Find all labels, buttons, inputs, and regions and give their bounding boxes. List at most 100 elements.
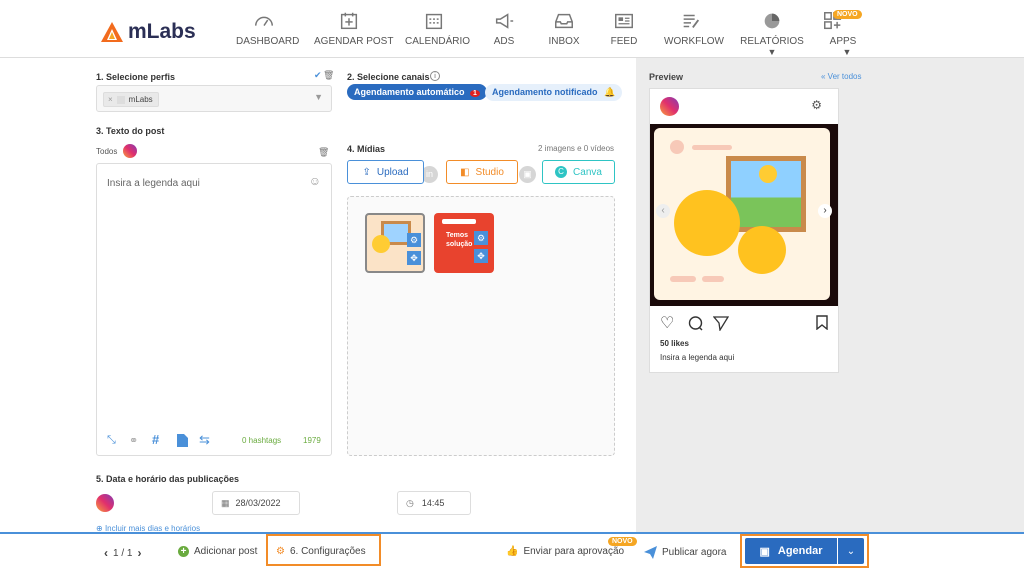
bell-icon: 🔔 — [604, 87, 616, 97]
add-schedule-link[interactable]: ⊕ Incluir mais dias e horários — [96, 524, 200, 532]
schedule-options-button[interactable]: ⌄ — [838, 538, 864, 564]
repeat-icon[interactable]: ⇆ — [199, 432, 210, 448]
section-title: 3. Texto do post — [96, 126, 165, 136]
link-icon[interactable]: ⚭ — [129, 434, 138, 447]
chip-notified-schedule[interactable]: Agendamento notificado 🔔 — [485, 84, 623, 101]
thumbnail-text: Temos solução — [446, 232, 473, 248]
nav-relatorios[interactable]: RELATÓRIOS ▼ — [738, 10, 806, 58]
caption-text: Insira a legenda aqui — [660, 353, 735, 362]
instagram-icon[interactable] — [123, 144, 137, 158]
studio-button[interactable]: ◧ Studio — [446, 160, 518, 184]
nav-agendar-post[interactable]: AGENDAR POST — [314, 10, 393, 47]
media-thumbnail[interactable]: Temos solução ⚙ ✥ — [434, 213, 494, 273]
new-badge: NOVO — [608, 537, 637, 546]
time-input[interactable]: ◷ 14:45 — [397, 491, 471, 515]
calendar-check-icon: ▣ — [759, 545, 770, 558]
calendar-plus-icon — [340, 12, 358, 30]
nav-label: APPS — [829, 36, 857, 47]
instagram-icon — [660, 97, 679, 116]
section-title: 2. Selecione canais — [347, 72, 430, 82]
gear-icon[interactable]: ⚙ — [811, 98, 822, 112]
channel-image-icon[interactable]: ▣ — [519, 166, 536, 183]
gear-icon[interactable]: ⚙ — [474, 231, 488, 245]
nav-workflow[interactable]: WORKFLOW — [664, 10, 724, 47]
share-icon[interactable] — [713, 315, 729, 331]
move-icon[interactable]: ✥ — [474, 249, 488, 263]
post-editor: 1. Selecione perfis ✔ 🗑 × mLabs ▼ 3. Tex… — [0, 58, 636, 532]
button-label: 6. Configurações — [289, 546, 366, 557]
chevron-down-icon: ▼ — [842, 47, 852, 57]
document-icon[interactable] — [177, 434, 188, 447]
chevron-left-icon[interactable]: ‹ — [656, 204, 670, 218]
move-icon[interactable]: ✥ — [407, 251, 421, 265]
profile-name: mLabs — [128, 95, 153, 104]
heart-icon[interactable]: ♡ — [660, 313, 674, 333]
chevron-down-icon: ⌄ — [846, 545, 856, 557]
canva-icon: C — [555, 166, 568, 178]
chevron-left-icon[interactable]: ‹ — [104, 546, 108, 560]
nav-label: WORKFLOW — [664, 36, 724, 47]
button-label: Canva — [573, 166, 602, 178]
trash-icon[interactable]: 🗑 — [318, 147, 329, 158]
workflow-icon — [683, 14, 700, 28]
time-value: 14:45 — [421, 498, 445, 508]
chip-label: Agendamento notificado — [492, 87, 598, 97]
mlabs-logo-icon — [101, 22, 123, 42]
paper-plane-icon — [644, 546, 657, 559]
publish-now-button[interactable]: Publicar agora — [644, 546, 726, 559]
schedule-button[interactable]: ▣ Agendar — [745, 538, 837, 564]
media-dropzone[interactable]: ⚙ ✥ Temos solução ⚙ ✥ — [347, 196, 615, 456]
brand-logo[interactable]: mLabs — [100, 20, 196, 44]
nav-label: RELATÓRIOS — [740, 36, 804, 47]
chevron-right-icon[interactable]: › — [137, 546, 141, 560]
trash-icon[interactable]: 🗑 — [323, 70, 334, 81]
nav-label: CALENDÁRIO — [405, 36, 471, 47]
caption-placeholder: Insira a legenda aqui — [107, 178, 200, 189]
collapse-icon[interactable]: ⤡ — [107, 434, 116, 447]
top-navigation-bar: mLabs DASHBOARD AGENDAR POST CALENDÁRIO … — [0, 0, 1024, 58]
button-label: Upload — [376, 166, 409, 178]
megaphone-icon — [495, 13, 514, 29]
link-label: Ver todos — [827, 72, 862, 81]
chip-auto-schedule[interactable]: Agendamento automático 1 — [347, 84, 487, 100]
hashtag-icon[interactable]: # — [152, 432, 159, 447]
nav-calendario[interactable]: CALENDÁRIO — [405, 10, 470, 47]
chip-label: Agendamento automático — [354, 87, 465, 97]
check-all-icon[interactable]: ✔ — [314, 70, 322, 81]
remove-tag-icon[interactable]: × — [108, 95, 113, 104]
link-label: Incluir mais dias e horários — [104, 524, 201, 532]
emoji-icon[interactable]: ☺ — [309, 174, 321, 188]
button-label: Publicar agora — [662, 547, 727, 558]
nav-feed[interactable]: FEED — [610, 10, 638, 47]
post-image: ‹ › — [650, 124, 838, 306]
add-post-button[interactable]: + Adicionar post — [178, 546, 257, 557]
upload-button[interactable]: ⇪ Upload — [347, 160, 424, 184]
settings-button[interactable]: ⚙ 6. Configurações — [276, 546, 366, 557]
date-input[interactable]: ▦ 28/03/2022 — [212, 491, 300, 515]
instagram-post-preview: ⚙ ‹ › ♡ 50 likes Insira a legenda aqui — [649, 88, 839, 373]
profile-select[interactable]: × mLabs ▼ — [96, 85, 332, 112]
nav-dashboard[interactable]: DASHBOARD — [236, 10, 299, 47]
calendar-icon: ▦ — [221, 497, 230, 508]
comment-icon[interactable] — [688, 316, 703, 331]
clock-icon: ◷ — [406, 497, 414, 508]
chevron-right-icon[interactable]: › — [818, 204, 832, 218]
bookmark-icon[interactable] — [816, 315, 828, 330]
tab-todos[interactable]: Todos — [96, 147, 117, 156]
char-count: 1979 — [303, 436, 321, 445]
nav-ads[interactable]: ADS — [490, 10, 518, 47]
caption-textarea[interactable]: Insira a legenda aqui ☺ ⤡ ⚭ # ⇆ 0 hashta… — [96, 163, 332, 456]
gear-icon[interactable]: ⚙ — [407, 233, 421, 247]
info-icon[interactable]: i — [430, 71, 440, 81]
see-all-link[interactable]: « Ver todos — [821, 72, 861, 81]
section-title: 5. Data e horário das publicações — [96, 474, 240, 484]
nav-label: DASHBOARD — [236, 36, 300, 47]
media-thumbnail[interactable]: ⚙ ✥ — [365, 213, 425, 273]
nav-label: INBOX — [548, 36, 580, 47]
send-approval-button[interactable]: 👍 Enviar para aprovação — [506, 546, 624, 557]
canva-button[interactable]: C Canva — [542, 160, 615, 184]
nav-inbox[interactable]: INBOX — [548, 10, 580, 47]
button-label: Agendar — [777, 545, 823, 557]
nav-label: ADS — [493, 36, 515, 47]
section-title: 4. Mídias — [347, 144, 386, 154]
